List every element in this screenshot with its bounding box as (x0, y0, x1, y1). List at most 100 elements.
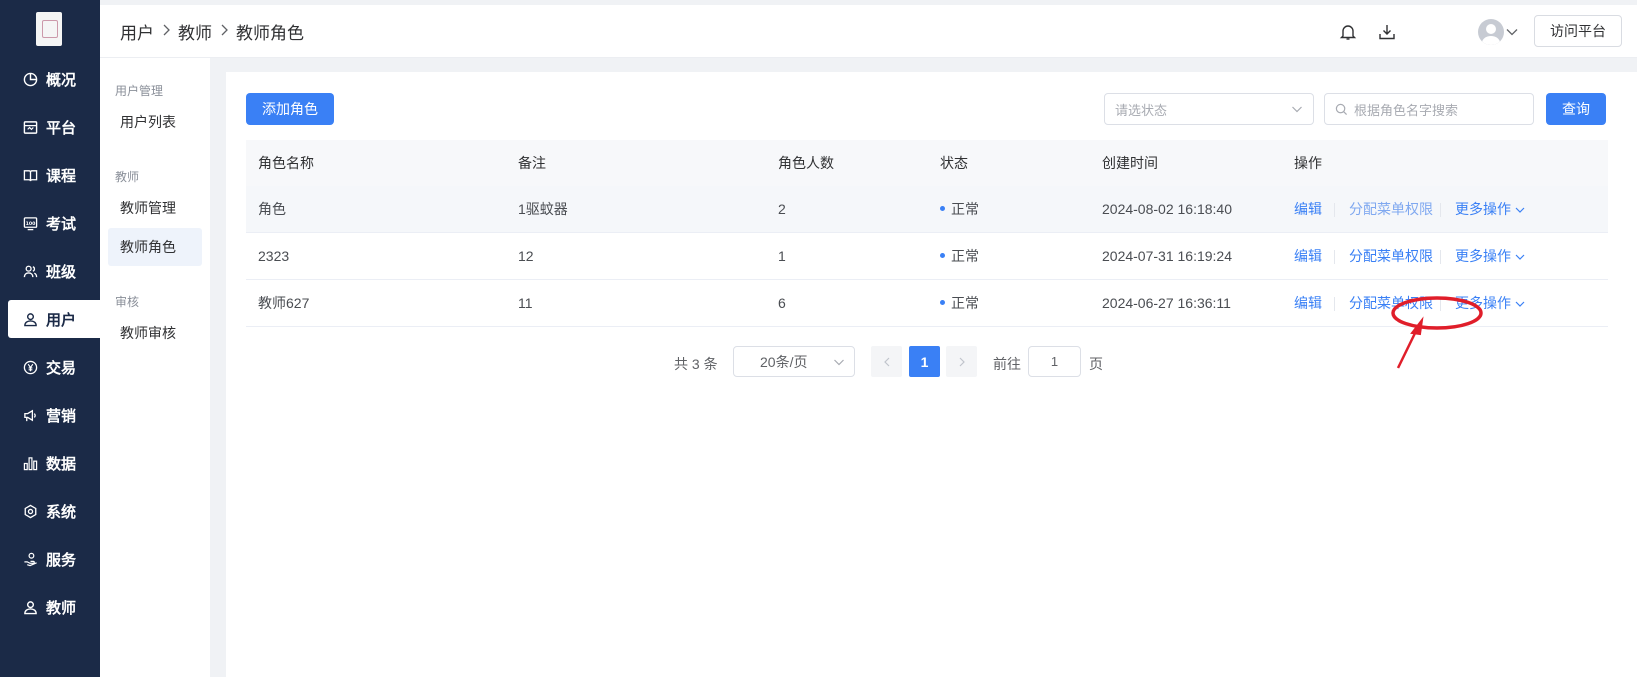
subnav-item-teacher-manage[interactable]: 教师管理 (108, 189, 202, 227)
col-actions: 操作 (1294, 155, 1322, 171)
goto-label: 前往 (993, 356, 1021, 372)
edit-link[interactable]: 编辑 (1294, 186, 1322, 233)
cell-note: 11 (518, 295, 533, 311)
logo[interactable] (36, 12, 62, 46)
cell-note: 12 (518, 248, 534, 264)
search-placeholder: 根据角色名字搜索 (1354, 102, 1459, 118)
search-icon (1335, 103, 1348, 116)
nav-label: 概况 (46, 71, 77, 89)
col-note: 备注 (518, 155, 546, 171)
pagination-total: 共 3 条 (674, 356, 718, 372)
status-text: 正常 (951, 295, 979, 311)
edit-link[interactable]: 编辑 (1294, 233, 1322, 280)
goto-page-input[interactable]: 1 (1028, 346, 1081, 377)
nav-item-platform[interactable]: 平台 (0, 108, 100, 146)
visit-platform-button[interactable]: 访问平台 (1534, 15, 1622, 47)
main-nav: 概况 平台 课程 100 考试 班级 用户 交易 营销 数据 系统 服务 教师 (0, 0, 100, 677)
breadcrumb-user[interactable]: 用户 (120, 19, 154, 44)
cell-count: 1 (778, 248, 786, 264)
nav-item-service[interactable]: 服务 (0, 540, 100, 578)
assign-menu-permission-link[interactable]: 分配菜单权限 (1349, 186, 1433, 233)
nav-item-system[interactable]: 系统 (0, 492, 100, 530)
bell-icon[interactable] (1337, 21, 1359, 43)
nav-item-overview[interactable]: 概况 (0, 60, 100, 98)
cell-role-name: 2323 (258, 248, 290, 264)
nav-item-course[interactable]: 课程 (0, 156, 100, 194)
chevron-down-icon (1515, 280, 1525, 327)
pie-chart-icon (22, 71, 38, 87)
top-header: 用户 教师 教师角色 访问平台 (100, 5, 1637, 58)
subnav-item-teacher-review[interactable]: 教师审核 (108, 314, 202, 352)
role-search-input[interactable]: 根据角色名字搜索 (1324, 93, 1534, 125)
chevron-right-icon (958, 354, 966, 370)
query-button[interactable]: 查询 (1546, 93, 1606, 125)
cell-created: 2024-06-27 16:36:11 (1102, 295, 1231, 311)
cell-note: 1驱蚊器 (518, 201, 568, 217)
goto-suffix: 页 (1089, 356, 1103, 372)
gear-icon (22, 503, 38, 519)
status-select[interactable]: 请选状态 (1104, 93, 1314, 125)
cell-status: 正常 (940, 280, 979, 327)
chevron-right-icon (161, 23, 171, 40)
table-row: 教师627 11 6 正常 2024-06-27 16:36:11 编辑 分配菜… (246, 280, 1608, 327)
avatar[interactable] (1478, 19, 1504, 45)
chevron-down-icon (1291, 103, 1303, 118)
nav-item-data[interactable]: 数据 (0, 444, 100, 482)
subnav-item-teacher-role[interactable]: 教师角色 (108, 228, 202, 266)
teacher-icon (22, 599, 38, 615)
role-table: 角色名称 备注 角色人数 状态 创建时间 操作 角色 1驱蚊器 2 正常 202… (246, 140, 1608, 327)
cell-role-name: 角色 (258, 201, 286, 217)
prev-page-button[interactable] (871, 346, 902, 377)
subnav-group-teacher: 教师 (115, 170, 140, 184)
next-page-button[interactable] (946, 346, 977, 377)
more-actions-dropdown[interactable]: 更多操作 (1455, 186, 1525, 233)
hand-service-icon (22, 551, 38, 567)
assign-menu-permission-link[interactable]: 分配菜单权限 (1349, 280, 1433, 327)
col-role-name: 角色名称 (258, 155, 314, 171)
status-text: 正常 (951, 201, 979, 217)
breadcrumb: 用户 教师 教师角色 (120, 5, 304, 58)
content-card: 添加角色 请选状态 根据角色名字搜索 查询 角色名称 备注 角色人数 状态 创建… (226, 72, 1637, 677)
divider (1334, 203, 1335, 217)
nav-item-teacher[interactable]: 教师 (0, 588, 100, 626)
download-icon[interactable] (1376, 21, 1398, 43)
nav-item-user[interactable]: 用户 (8, 300, 100, 338)
nav-item-class[interactable]: 班级 (0, 252, 100, 290)
table-header: 角色名称 备注 角色人数 状态 创建时间 操作 (246, 140, 1608, 186)
megaphone-icon (22, 407, 38, 423)
nav-label: 教师 (46, 599, 77, 617)
nav-label: 课程 (46, 167, 77, 185)
subnav-item-user-list[interactable]: 用户列表 (108, 103, 202, 141)
chevron-down-icon[interactable] (1505, 21, 1519, 43)
user-icon (22, 311, 38, 327)
divider (1334, 297, 1335, 311)
book-icon (22, 167, 38, 183)
assign-menu-permission-link[interactable]: 分配菜单权限 (1349, 233, 1433, 280)
status-dot (940, 205, 945, 211)
subnav-group-user-manage: 用户管理 (115, 84, 164, 98)
nav-label: 考试 (46, 215, 77, 233)
cell-status: 正常 (940, 186, 979, 233)
cell-count: 2 (778, 201, 786, 217)
nav-label: 营销 (46, 407, 77, 425)
page-size-select[interactable]: 20条/页 (733, 346, 855, 377)
col-count: 角色人数 (778, 155, 834, 171)
add-role-button[interactable]: 添加角色 (246, 93, 334, 125)
page-size-value: 20条/页 (760, 353, 808, 370)
more-actions-label: 更多操作 (1455, 295, 1511, 311)
nav-item-marketing[interactable]: 营销 (0, 396, 100, 434)
nav-item-exam[interactable]: 100 考试 (0, 204, 100, 242)
divider (1440, 297, 1441, 311)
chevron-down-icon (833, 355, 845, 371)
nav-item-trade[interactable]: 交易 (0, 348, 100, 386)
status-select-placeholder: 请选状态 (1115, 102, 1168, 118)
divider (1440, 203, 1441, 217)
more-actions-dropdown[interactable]: 更多操作 (1455, 233, 1525, 280)
status-dot (940, 252, 945, 258)
yen-icon (22, 359, 38, 375)
breadcrumb-teacher[interactable]: 教师 (178, 19, 212, 44)
page-number-current[interactable]: 1 (909, 346, 940, 377)
more-actions-dropdown[interactable]: 更多操作 (1455, 280, 1525, 327)
chevron-down-icon (1515, 186, 1525, 233)
edit-link[interactable]: 编辑 (1294, 280, 1322, 327)
